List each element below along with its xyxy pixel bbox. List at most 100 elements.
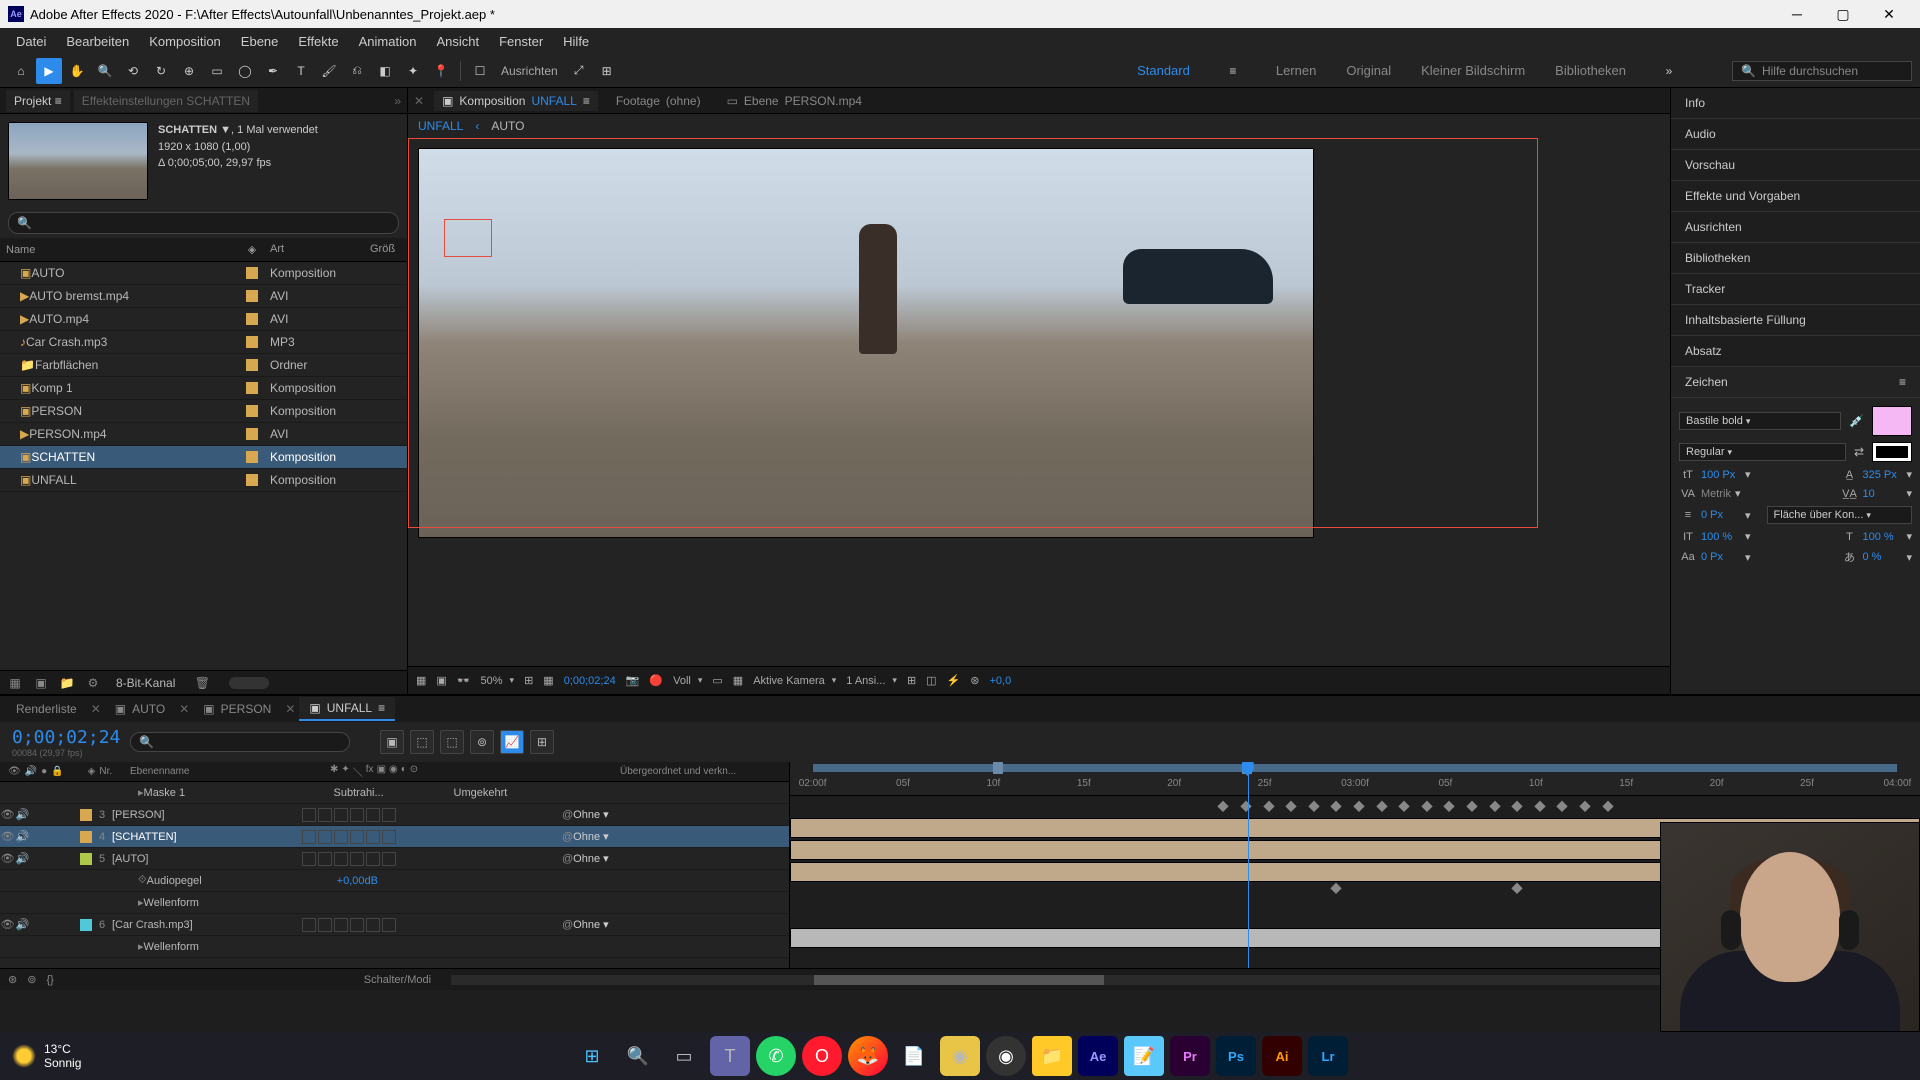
- snap-checkbox[interactable]: ☐: [467, 58, 493, 84]
- timeline-row[interactable]: ▸Wellenform: [0, 892, 789, 914]
- text-tool[interactable]: T: [288, 58, 314, 84]
- baseline-value[interactable]: 0 Px: [1701, 551, 1741, 563]
- tsume-value[interactable]: 0 %: [1862, 551, 1902, 563]
- pen-tool[interactable]: ✒: [260, 58, 286, 84]
- composition-view[interactable]: [408, 138, 1670, 666]
- footage-tab[interactable]: Footage (ohne): [608, 91, 709, 111]
- menu-hilfe[interactable]: Hilfe: [553, 30, 599, 53]
- keyframe[interactable]: [1602, 801, 1613, 812]
- tab-close-icon[interactable]: ✕: [91, 702, 101, 716]
- panel-bibliotheken[interactable]: Bibliotheken: [1671, 243, 1920, 274]
- minimize-button[interactable]: ─: [1774, 0, 1820, 28]
- tl-graph-btn[interactable]: 📈: [500, 730, 524, 754]
- taskbar-teams[interactable]: T: [710, 1036, 750, 1076]
- panel-absatz[interactable]: Absatz: [1671, 336, 1920, 367]
- taskbar-obs[interactable]: ◉: [986, 1036, 1026, 1076]
- toggle-switch[interactable]: [229, 677, 269, 689]
- tl-fx-btn[interactable]: ⬚: [440, 730, 464, 754]
- col-name-header[interactable]: Name: [0, 240, 240, 259]
- keyframe[interactable]: [1534, 801, 1545, 812]
- tl-snap-btn[interactable]: ⊞: [530, 730, 554, 754]
- col-parent[interactable]: Übergeordnet und verkn...: [620, 766, 750, 777]
- workspace-menu-icon[interactable]: ≡: [1220, 58, 1246, 84]
- effect-controls-tab[interactable]: Effekteinstellungen SCHATTEN: [74, 90, 258, 112]
- keyframe[interactable]: [1579, 801, 1590, 812]
- taskbar-whatsapp[interactable]: ✆: [756, 1036, 796, 1076]
- workspace-original[interactable]: Original: [1346, 63, 1391, 78]
- comp-tab-active[interactable]: ▣ Komposition UNFALL ≡: [434, 91, 598, 111]
- col-type-header[interactable]: Art: [264, 240, 364, 259]
- taskbar-ae[interactable]: Ae: [1078, 1036, 1118, 1076]
- keyframe[interactable]: [1331, 883, 1342, 894]
- leading-value[interactable]: 325 Px: [1862, 469, 1902, 481]
- kerning-value[interactable]: Metrik: [1701, 488, 1731, 500]
- font-style-dropdown[interactable]: Regular: [1679, 443, 1846, 461]
- snap-opt2[interactable]: ⊞: [594, 58, 620, 84]
- taskbar-pr[interactable]: Pr: [1170, 1036, 1210, 1076]
- crumb-unfall[interactable]: UNFALL: [418, 119, 463, 133]
- taskbar-taskview[interactable]: ▭: [664, 1036, 704, 1076]
- tl-tab-person[interactable]: ▣ PERSON: [193, 698, 281, 720]
- timeline-row[interactable]: ▸Wellenform: [0, 936, 789, 958]
- rectangle-tool[interactable]: ▭: [204, 58, 230, 84]
- menu-animation[interactable]: Animation: [349, 30, 427, 53]
- mask-btn[interactable]: 👓: [457, 674, 471, 687]
- keyframe[interactable]: [1286, 801, 1297, 812]
- maximize-button[interactable]: ▢: [1820, 0, 1866, 28]
- exposure-value[interactable]: +0,0: [989, 675, 1011, 687]
- taskbar-app[interactable]: 📄: [894, 1036, 934, 1076]
- panel-fill[interactable]: Inhaltsbasierte Füllung: [1671, 305, 1920, 336]
- layer-tab[interactable]: ▭ Ebene PERSON.mp4: [719, 91, 870, 111]
- orbit-tool[interactable]: ⟲: [120, 58, 146, 84]
- col-layername[interactable]: Ebenenname: [130, 766, 330, 777]
- project-item[interactable]: 📁 Farbflächen Ordner: [0, 354, 407, 377]
- project-item[interactable]: ▶ AUTO bremst.mp4 AVI: [0, 285, 407, 308]
- timeline-row[interactable]: 👁🔊 5[AUTO] @ Ohne ▾: [0, 848, 789, 870]
- tab-close-icon[interactable]: ✕: [414, 94, 424, 108]
- keyframe[interactable]: [1466, 801, 1477, 812]
- timeline-row[interactable]: ⟐Audiopegel+0,00dB: [0, 870, 789, 892]
- workspace-bibliotheken[interactable]: Bibliotheken: [1555, 63, 1626, 78]
- help-search[interactable]: 🔍 Hilfe durchsuchen: [1732, 61, 1912, 81]
- panel-ausrichten[interactable]: Ausrichten: [1671, 212, 1920, 243]
- workspace-kleiner[interactable]: Kleiner Bildschirm: [1421, 63, 1525, 78]
- rotate-tool[interactable]: ↻: [148, 58, 174, 84]
- menu-ebene[interactable]: Ebene: [231, 30, 289, 53]
- resolution-dropdown[interactable]: Voll: [673, 675, 702, 687]
- grid-btn[interactable]: ▦: [733, 674, 743, 687]
- fill-color-swatch[interactable]: [1872, 406, 1912, 436]
- timeline-timecode[interactable]: 0;00;02;24 00084 (29,97 fps): [0, 727, 130, 758]
- interpret-btn[interactable]: ▦: [6, 674, 24, 692]
- keyframe[interactable]: [1240, 801, 1251, 812]
- col-nr[interactable]: Nr.: [99, 766, 112, 777]
- eyedropper-icon[interactable]: 💉: [1849, 414, 1864, 428]
- menu-bearbeiten[interactable]: Bearbeiten: [56, 30, 139, 53]
- time-ruler[interactable]: 02:00f05f10f15f20f25f03:00f05f10f15f20f2…: [790, 762, 1920, 796]
- views-dropdown[interactable]: 1 Ansi...: [846, 675, 897, 687]
- stroke-color-swatch[interactable]: [1872, 442, 1912, 462]
- vscale-value[interactable]: 100 %: [1701, 531, 1741, 543]
- timeline-row[interactable]: 👁🔊 4[SCHATTEN] @ Ohne ▾: [0, 826, 789, 848]
- channel-btn[interactable]: ▣: [436, 674, 446, 687]
- keyframe[interactable]: [1331, 801, 1342, 812]
- tab-close-icon[interactable]: ✕: [179, 702, 189, 716]
- taskbar-discord[interactable]: ◉: [940, 1036, 980, 1076]
- keyframe[interactable]: [1399, 801, 1410, 812]
- close-button[interactable]: ✕: [1866, 0, 1912, 28]
- project-search[interactable]: 🔍: [8, 212, 399, 234]
- taskbar-opera[interactable]: O: [802, 1036, 842, 1076]
- alpha-btn[interactable]: ▦: [416, 674, 426, 687]
- timecode-display[interactable]: 0;00;02;24: [564, 675, 616, 687]
- timeline-row[interactable]: 👁🔊 6[Car Crash.mp3] @ Ohne ▾: [0, 914, 789, 936]
- stroke-swap-icon[interactable]: ⇄: [1854, 445, 1864, 459]
- menu-effekte[interactable]: Effekte: [288, 30, 348, 53]
- keyframe[interactable]: [1557, 801, 1568, 812]
- panel-tracker[interactable]: Tracker: [1671, 274, 1920, 305]
- project-item[interactable]: ▣ AUTO Komposition: [0, 262, 407, 285]
- project-item[interactable]: ▣ SCHATTEN Komposition: [0, 446, 407, 469]
- tab-close-icon[interactable]: ✕: [285, 702, 295, 716]
- project-item[interactable]: ▣ PERSON Komposition: [0, 400, 407, 423]
- panel-audio[interactable]: Audio: [1671, 119, 1920, 150]
- panel-effekte[interactable]: Effekte und Vorgaben: [1671, 181, 1920, 212]
- font-family-dropdown[interactable]: Bastile bold: [1679, 412, 1841, 430]
